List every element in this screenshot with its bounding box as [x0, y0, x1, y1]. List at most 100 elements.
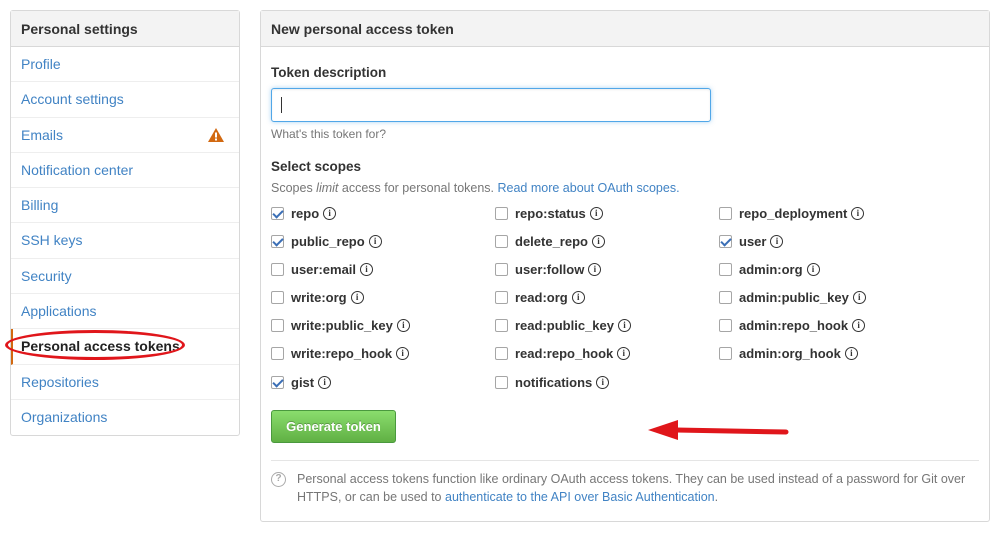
scope-checkbox[interactable]	[495, 235, 508, 249]
token-description-input[interactable]	[271, 88, 711, 122]
scope-admin-org-hook[interactable]: admin:org_hook i	[719, 345, 858, 363]
sidebar-item-billing[interactable]: Billing	[11, 188, 239, 224]
scope-repo[interactable]: repo i	[271, 205, 337, 223]
sidebar-item-profile[interactable]: Profile	[11, 47, 239, 83]
scope-label: admin:repo_hook	[739, 318, 849, 333]
info-icon[interactable]: i	[396, 319, 410, 333]
scope-checkbox[interactable]	[719, 235, 732, 249]
info-icon[interactable]: i	[844, 347, 858, 361]
scope-checkbox[interactable]	[495, 291, 508, 305]
info-icon[interactable]: i	[852, 291, 866, 305]
scope-label: repo_deployment	[739, 206, 848, 221]
scope-read-repo-hook[interactable]: read:repo_hook i	[495, 345, 631, 363]
panel-title: New personal access token	[261, 11, 989, 47]
scope-write-repo-hook[interactable]: write:repo_hook i	[271, 345, 410, 363]
new-token-panel: New personal access token Token descript…	[260, 10, 990, 522]
info-icon[interactable]: i	[852, 319, 866, 333]
scope-checkbox[interactable]	[271, 207, 284, 221]
sidebar-item-label: Emails	[21, 126, 64, 143]
sidebar-title: Personal settings	[11, 11, 239, 47]
basic-auth-link[interactable]: authenticate to the API over Basic Authe…	[445, 490, 715, 504]
scope-checkbox[interactable]	[271, 263, 284, 277]
scope-label: admin:org_hook	[739, 346, 841, 361]
scope-checkbox[interactable]	[719, 263, 732, 277]
sidebar-item-security[interactable]: Security	[11, 259, 239, 295]
scope-checkbox[interactable]	[719, 319, 732, 333]
scope-admin-public-key[interactable]: admin:public_key i	[719, 289, 866, 307]
info-icon[interactable]: i	[396, 347, 410, 361]
sidebar-item-account-settings[interactable]: Account settings	[11, 82, 239, 118]
scope-delete-repo[interactable]: delete_repo i	[495, 233, 605, 251]
info-icon[interactable]: i	[806, 263, 820, 277]
scope-label: user	[739, 234, 767, 249]
info-icon[interactable]: i	[368, 235, 382, 249]
scope-user-follow[interactable]: user:follow i	[495, 261, 602, 279]
scope-checkbox[interactable]	[719, 207, 732, 221]
scope-checkbox[interactable]	[719, 347, 732, 361]
note-text-end: .	[714, 490, 719, 504]
sidebar-item-organizations[interactable]: Organizations	[11, 400, 239, 435]
scope-user[interactable]: user i	[719, 233, 784, 251]
info-icon[interactable]: i	[618, 319, 631, 333]
scope-checkbox[interactable]	[271, 235, 284, 249]
sidebar-item-personal-access-tokens[interactable]: Personal access tokens	[11, 329, 239, 365]
scope-label: user:email	[291, 262, 357, 277]
sidebar-item-repositories[interactable]: Repositories	[11, 365, 239, 400]
token-description-label: Token description	[271, 65, 387, 80]
scope-read-public-key[interactable]: read:public_key i	[495, 317, 631, 335]
scope-label: gist	[291, 375, 315, 390]
sidebar-item-emails[interactable]: Emails	[11, 118, 239, 153]
sidebar-item-ssh-keys[interactable]: SSH keys	[11, 223, 239, 259]
scope-gist[interactable]: gist i	[271, 374, 332, 392]
scope-label: user:follow	[515, 262, 585, 277]
scope-checkbox[interactable]	[495, 319, 508, 333]
info-icon[interactable]: i	[596, 376, 610, 390]
info-icon[interactable]: i	[851, 207, 865, 221]
info-icon[interactable]: i	[617, 347, 631, 361]
scope-repo-deployment[interactable]: repo_deployment i	[719, 205, 865, 223]
scope-notifications[interactable]: notifications i	[495, 374, 610, 392]
scope-write-public-key[interactable]: write:public_key i	[271, 317, 410, 335]
scopes-desc-text-2: access for personal tokens.	[338, 181, 498, 195]
divider	[271, 460, 979, 461]
scope-user-email[interactable]: user:email i	[271, 261, 374, 279]
info-icon[interactable]: i	[318, 376, 332, 390]
scope-checkbox[interactable]	[495, 347, 508, 361]
scope-admin-org[interactable]: admin:org i	[719, 261, 820, 279]
info-icon[interactable]: i	[588, 263, 602, 277]
scope-public-repo[interactable]: public_repo i	[271, 233, 382, 251]
scope-read-org[interactable]: read:org i	[495, 289, 585, 307]
sidebar-item-applications[interactable]: Applications	[11, 294, 239, 330]
scope-label: read:public_key	[515, 318, 614, 333]
info-icon[interactable]: i	[589, 207, 603, 221]
info-icon[interactable]: i	[360, 263, 374, 277]
scope-label: read:repo_hook	[515, 346, 614, 361]
scope-checkbox[interactable]	[271, 319, 284, 333]
info-icon[interactable]: i	[591, 235, 605, 249]
sidebar-item-notification-center[interactable]: Notification center	[11, 153, 239, 189]
scope-checkbox[interactable]	[495, 376, 508, 390]
scope-admin-repo-hook[interactable]: admin:repo_hook i	[719, 317, 866, 335]
scope-write-org[interactable]: write:org i	[271, 289, 364, 307]
token-description-hint: What's this token for?	[271, 127, 387, 141]
scope-checkbox[interactable]	[271, 376, 284, 390]
scope-repo-status[interactable]: repo:status i	[495, 205, 603, 223]
scope-checkbox[interactable]	[271, 347, 284, 361]
info-icon[interactable]: i	[323, 207, 337, 221]
generate-token-button[interactable]: Generate token	[271, 410, 396, 443]
scope-label: read:org	[515, 290, 568, 305]
scopes-desc-text: Scopes	[271, 181, 317, 195]
scope-label: write:public_key	[291, 318, 393, 333]
question-icon: ?	[271, 472, 286, 487]
info-icon[interactable]: i	[350, 291, 364, 305]
oauth-scopes-link[interactable]: Read more about OAuth scopes.	[498, 181, 680, 195]
info-icon[interactable]: i	[770, 235, 784, 249]
scope-label: repo:status	[515, 206, 586, 221]
scope-checkbox[interactable]	[271, 291, 284, 305]
info-icon[interactable]: i	[571, 291, 585, 305]
scope-checkbox[interactable]	[495, 263, 508, 277]
scope-checkbox[interactable]	[495, 207, 508, 221]
scope-label: admin:public_key	[739, 290, 849, 305]
scope-checkbox[interactable]	[719, 291, 732, 305]
scope-label: write:org	[291, 290, 347, 305]
